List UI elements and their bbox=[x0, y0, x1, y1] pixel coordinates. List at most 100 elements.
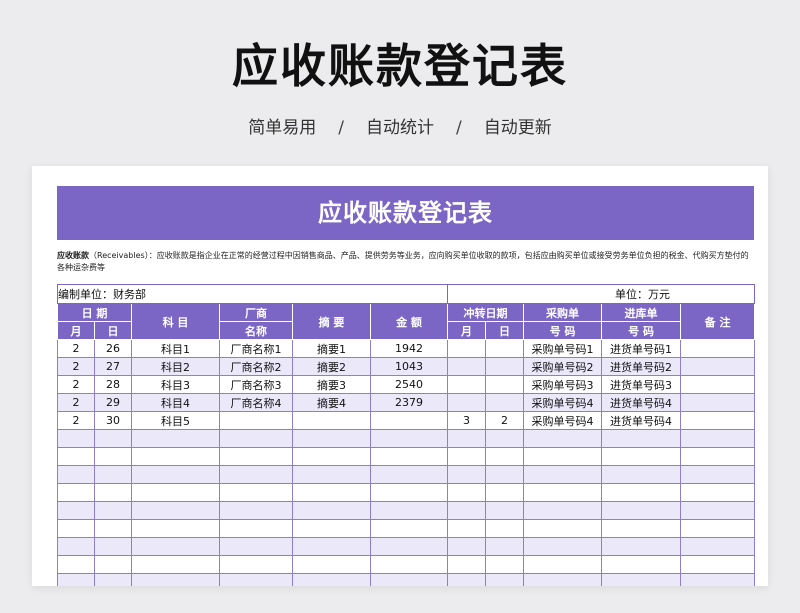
table-cell[interactable] bbox=[447, 429, 487, 448]
table-cell[interactable] bbox=[369, 483, 449, 502]
table-cell[interactable] bbox=[131, 429, 220, 448]
table-cell[interactable]: 摘要1 bbox=[292, 339, 371, 358]
table-cell[interactable] bbox=[57, 447, 95, 466]
table-cell[interactable] bbox=[523, 429, 603, 448]
table-cell[interactable] bbox=[131, 519, 220, 538]
table-cell[interactable] bbox=[680, 357, 756, 376]
table-cell[interactable] bbox=[57, 429, 95, 448]
table-cell[interactable] bbox=[680, 447, 756, 466]
table-cell[interactable] bbox=[523, 555, 603, 574]
table-cell[interactable]: 厂商名称1 bbox=[219, 339, 293, 358]
table-cell[interactable] bbox=[57, 573, 95, 586]
table-cell[interactable] bbox=[219, 537, 293, 556]
table-cell[interactable]: 厂商名称2 bbox=[219, 357, 293, 376]
table-cell[interactable] bbox=[94, 555, 132, 574]
table-cell[interactable]: 1942 bbox=[369, 339, 449, 358]
table-cell[interactable]: 厂商名称4 bbox=[219, 393, 293, 412]
table-cell[interactable] bbox=[219, 483, 293, 502]
table-cell[interactable] bbox=[369, 537, 449, 556]
table-cell[interactable] bbox=[447, 339, 487, 358]
table-cell[interactable]: 1043 bbox=[369, 357, 449, 376]
table-cell[interactable] bbox=[447, 465, 487, 484]
table-cell[interactable] bbox=[57, 537, 95, 556]
table-cell[interactable] bbox=[57, 483, 95, 502]
table-cell[interactable]: 采购单号码3 bbox=[523, 375, 603, 394]
table-cell[interactable] bbox=[680, 411, 756, 430]
table-cell[interactable] bbox=[447, 501, 487, 520]
table-cell[interactable]: 3 bbox=[447, 411, 487, 430]
table-cell[interactable] bbox=[369, 501, 449, 520]
table-cell[interactable] bbox=[601, 519, 682, 538]
table-cell[interactable] bbox=[292, 555, 371, 574]
table-cell[interactable] bbox=[485, 429, 525, 448]
table-cell[interactable] bbox=[219, 411, 293, 430]
table-cell[interactable] bbox=[523, 447, 603, 466]
table-cell[interactable] bbox=[447, 447, 487, 466]
table-cell[interactable] bbox=[523, 501, 603, 520]
table-cell[interactable]: 2379 bbox=[369, 393, 449, 412]
table-cell[interactable] bbox=[219, 501, 293, 520]
table-cell[interactable] bbox=[94, 483, 132, 502]
table-cell[interactable] bbox=[292, 411, 371, 430]
table-cell[interactable] bbox=[369, 411, 449, 430]
table-cell[interactable] bbox=[601, 447, 682, 466]
table-cell[interactable] bbox=[485, 483, 525, 502]
table-cell[interactable] bbox=[369, 465, 449, 484]
table-cell[interactable] bbox=[680, 537, 756, 556]
table-cell[interactable]: 28 bbox=[94, 375, 132, 394]
table-cell[interactable]: 进货单号码2 bbox=[601, 357, 682, 376]
table-cell[interactable] bbox=[601, 501, 682, 520]
table-cell[interactable] bbox=[680, 375, 756, 394]
table-cell[interactable]: 26 bbox=[94, 339, 132, 358]
table-cell[interactable] bbox=[680, 501, 756, 520]
table-cell[interactable]: 科目3 bbox=[131, 375, 220, 394]
table-cell[interactable] bbox=[131, 573, 220, 586]
table-cell[interactable] bbox=[485, 519, 525, 538]
table-cell[interactable]: 2 bbox=[57, 393, 95, 412]
table-cell[interactable]: 厂商名称3 bbox=[219, 375, 293, 394]
table-cell[interactable]: 科目2 bbox=[131, 357, 220, 376]
table-cell[interactable] bbox=[94, 519, 132, 538]
table-cell[interactable] bbox=[219, 447, 293, 466]
table-cell[interactable]: 2 bbox=[485, 411, 525, 430]
table-cell[interactable] bbox=[447, 573, 487, 586]
table-cell[interactable] bbox=[94, 537, 132, 556]
table-cell[interactable] bbox=[447, 519, 487, 538]
table-cell[interactable] bbox=[447, 393, 487, 412]
table-cell[interactable] bbox=[292, 501, 371, 520]
table-cell[interactable]: 采购单号码2 bbox=[523, 357, 603, 376]
table-cell[interactable] bbox=[523, 573, 603, 586]
table-cell[interactable] bbox=[601, 555, 682, 574]
table-cell[interactable] bbox=[57, 519, 95, 538]
table-cell[interactable] bbox=[219, 429, 293, 448]
table-cell[interactable] bbox=[447, 555, 487, 574]
table-cell[interactable] bbox=[94, 447, 132, 466]
table-cell[interactable] bbox=[292, 447, 371, 466]
table-cell[interactable]: 进货单号码4 bbox=[601, 411, 682, 430]
table-cell[interactable] bbox=[131, 465, 220, 484]
table-cell[interactable] bbox=[369, 447, 449, 466]
table-cell[interactable] bbox=[292, 483, 371, 502]
table-cell[interactable] bbox=[601, 537, 682, 556]
table-cell[interactable] bbox=[680, 519, 756, 538]
table-cell[interactable] bbox=[219, 573, 293, 586]
table-cell[interactable] bbox=[369, 555, 449, 574]
table-cell[interactable] bbox=[131, 555, 220, 574]
table-cell[interactable] bbox=[485, 357, 525, 376]
table-cell[interactable]: 27 bbox=[94, 357, 132, 376]
table-cell[interactable] bbox=[485, 537, 525, 556]
table-cell[interactable]: 进货单号码1 bbox=[601, 339, 682, 358]
table-cell[interactable] bbox=[57, 465, 95, 484]
table-cell[interactable] bbox=[601, 483, 682, 502]
table-cell[interactable] bbox=[485, 393, 525, 412]
table-cell[interactable] bbox=[523, 483, 603, 502]
table-cell[interactable]: 摘要2 bbox=[292, 357, 371, 376]
table-cell[interactable]: 采购单号码4 bbox=[523, 393, 603, 412]
table-cell[interactable] bbox=[485, 573, 525, 586]
table-cell[interactable]: 采购单号码4 bbox=[523, 411, 603, 430]
table-cell[interactable] bbox=[57, 501, 95, 520]
table-cell[interactable] bbox=[485, 555, 525, 574]
table-cell[interactable] bbox=[680, 465, 756, 484]
table-cell[interactable] bbox=[131, 483, 220, 502]
table-cell[interactable]: 进货单号码4 bbox=[601, 393, 682, 412]
